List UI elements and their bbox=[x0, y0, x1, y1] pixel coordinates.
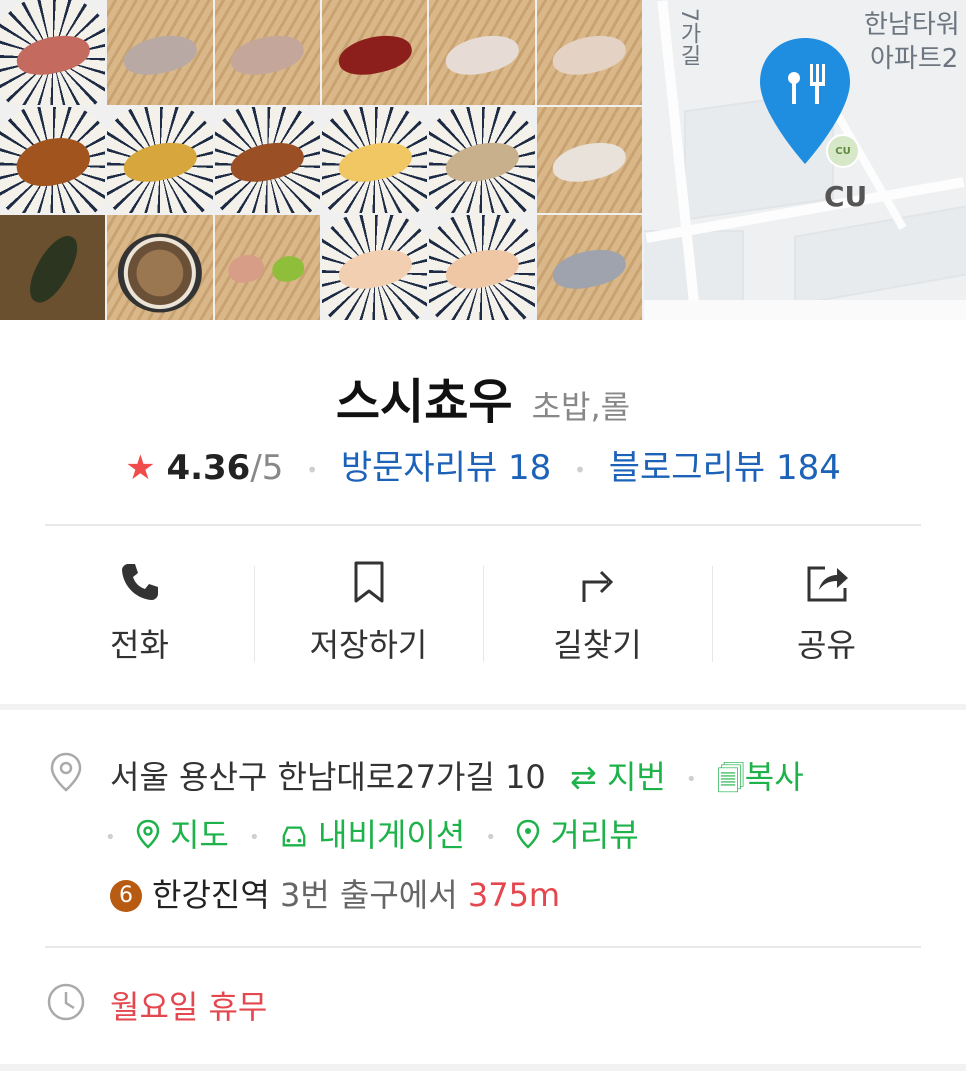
navigation-link[interactable]: 내비게이션 bbox=[280, 816, 476, 854]
blog-review-link[interactable]: 블로그리뷰 184 bbox=[609, 448, 841, 488]
car-icon bbox=[282, 826, 306, 847]
cu-store-marker[interactable]: CU bbox=[826, 134, 860, 168]
jibun-toggle-button[interactable]: ⇄ 지번 bbox=[570, 758, 666, 796]
food-photo[interactable] bbox=[536, 214, 642, 320]
transit-row: 6 한강진역 3번 출구에서 375m bbox=[110, 870, 560, 916]
save-label: 저장하기 bbox=[309, 626, 428, 664]
star-icon: ★ bbox=[125, 448, 156, 488]
subway-line-badge: 6 bbox=[110, 880, 142, 912]
food-photo[interactable] bbox=[107, 107, 213, 213]
food-photo[interactable] bbox=[429, 0, 535, 106]
directions-label: 길찾기 bbox=[553, 626, 642, 664]
street-view-icon bbox=[516, 819, 540, 849]
address-row: 서울 용산구 한남대로27가길 10 ⇄ 지번 • 🗐복사 bbox=[110, 752, 804, 806]
cu-store-label: CU bbox=[824, 180, 868, 213]
food-photo[interactable] bbox=[0, 0, 106, 106]
address-links-row: • 지도 • 내비게이션 • 거리뷰 bbox=[105, 810, 639, 856]
location-map[interactable]: 한남타워 아파트2 7가길 CU CU bbox=[644, 0, 966, 320]
food-photo[interactable] bbox=[429, 107, 535, 213]
divider bbox=[45, 946, 921, 948]
share-label: 공유 bbox=[797, 626, 856, 664]
food-photo[interactable] bbox=[107, 214, 213, 320]
share-button[interactable]: 공유 bbox=[712, 560, 941, 670]
separator-dot: • bbox=[686, 768, 697, 790]
food-photo[interactable] bbox=[214, 214, 320, 320]
separator-dot: • bbox=[485, 826, 496, 848]
visitor-review-link[interactable]: 방문자리뷰 18 bbox=[341, 448, 551, 488]
section-divider bbox=[0, 704, 966, 710]
divider bbox=[45, 524, 921, 526]
map-pin-icon bbox=[136, 819, 160, 849]
separator-dot: • bbox=[574, 457, 586, 482]
navigation-label: 내비게이션 bbox=[318, 816, 466, 854]
copy-label: 복사 bbox=[744, 758, 804, 796]
station-exit: 3번 출구에서 bbox=[279, 876, 458, 914]
place-category: 초밥,롤 bbox=[531, 388, 631, 426]
food-photo[interactable] bbox=[107, 0, 213, 106]
address-text: 서울 용산구 한남대로27가길 10 bbox=[110, 758, 546, 796]
separator-dot: • bbox=[249, 826, 260, 848]
rating-value: 4.36 bbox=[166, 448, 251, 488]
rating-row: ★ 4.36/5 • 방문자리뷰 18 • 블로그리뷰 184 bbox=[0, 440, 966, 489]
map-label: 7가길 bbox=[676, 8, 701, 66]
rating-max: /5 bbox=[250, 448, 284, 488]
photo-grid-1[interactable] bbox=[0, 0, 320, 320]
photo-grid-2[interactable] bbox=[322, 0, 642, 320]
separator-dot: • bbox=[306, 457, 319, 482]
directions-button[interactable]: 길찾기 bbox=[483, 560, 712, 670]
copy-icon: 🗐 bbox=[716, 762, 745, 795]
food-photo[interactable] bbox=[0, 214, 106, 320]
call-label: 전화 bbox=[110, 626, 169, 664]
location-pin-icon bbox=[50, 752, 82, 792]
food-photo[interactable] bbox=[214, 0, 320, 106]
save-button[interactable]: 저장하기 bbox=[254, 560, 483, 670]
map-label: 아파트2 bbox=[870, 44, 959, 74]
map-label: 지도 bbox=[169, 816, 229, 854]
directions-icon bbox=[582, 570, 613, 602]
action-bar: 전화 저장하기 길찾기 공유 bbox=[25, 560, 941, 670]
separator-dot: • bbox=[105, 826, 116, 848]
bookmark-icon bbox=[354, 561, 383, 603]
food-photo[interactable] bbox=[214, 107, 320, 213]
clock-icon bbox=[47, 983, 85, 1021]
place-title-row: 스시쵸우 초밥,롤 bbox=[0, 362, 966, 432]
bottom-divider bbox=[0, 1064, 966, 1071]
food-photo[interactable] bbox=[429, 214, 535, 320]
street-view-label: 거리뷰 bbox=[550, 816, 639, 854]
street-view-link[interactable]: 거리뷰 bbox=[516, 816, 639, 854]
share-icon bbox=[807, 566, 848, 602]
food-photo[interactable] bbox=[536, 0, 642, 106]
place-name: 스시쵸우 bbox=[335, 374, 513, 430]
food-photo[interactable] bbox=[536, 107, 642, 213]
station-name: 한강진역 bbox=[152, 876, 270, 914]
food-photo[interactable] bbox=[322, 107, 428, 213]
hero-section: 한남타워 아파트2 7가길 CU CU bbox=[0, 0, 966, 320]
business-hours[interactable]: 월요일 휴무 bbox=[110, 982, 267, 1028]
copy-button[interactable]: 🗐복사 bbox=[717, 758, 804, 796]
map-link[interactable]: 지도 bbox=[136, 816, 239, 854]
walking-distance: 375m bbox=[467, 876, 561, 914]
call-button[interactable]: 전화 bbox=[25, 560, 254, 670]
cu-badge: CU bbox=[835, 145, 851, 157]
food-photo[interactable] bbox=[322, 214, 428, 320]
food-photo[interactable] bbox=[0, 107, 106, 213]
map-label: 한남타워 bbox=[864, 10, 960, 40]
phone-icon bbox=[121, 564, 158, 600]
food-photo[interactable] bbox=[322, 0, 428, 106]
